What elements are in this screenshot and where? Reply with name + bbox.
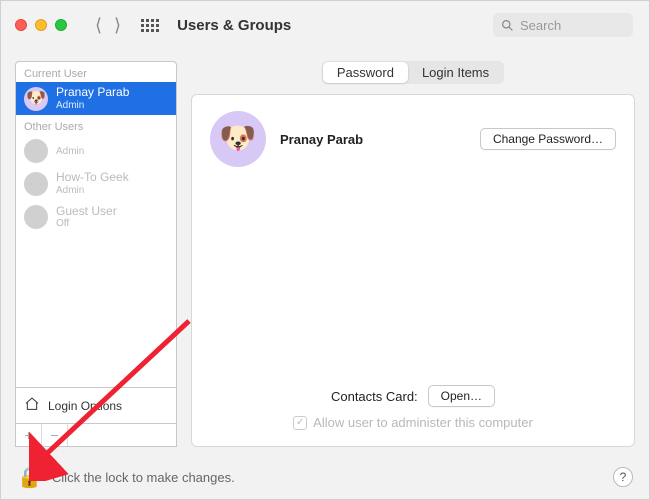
search-placeholder: Search xyxy=(520,18,561,33)
user-list: Current User 🐶 Pranay Parab Admin Other … xyxy=(16,62,176,387)
allow-admin-label: Allow user to administer this computer xyxy=(313,415,533,430)
user-name-label: How-To Geek xyxy=(56,171,129,185)
tab-bar: Password Login Items xyxy=(191,61,635,84)
allow-admin-checkbox[interactable]: ✓ xyxy=(293,416,307,430)
main-panel: Password Login Items 🐶 Pranay Parab Chan… xyxy=(191,61,635,447)
add-remove-bar: + − xyxy=(16,423,176,446)
change-password-button[interactable]: Change Password… xyxy=(480,128,616,150)
content-area: Current User 🐶 Pranay Parab Admin Other … xyxy=(1,49,649,447)
display-name-label: Pranay Parab xyxy=(280,132,466,147)
sidebar-user-other-1[interactable]: How-To Geek Admin xyxy=(16,167,176,200)
user-role-label: Admin xyxy=(56,100,129,112)
tab-login-items[interactable]: Login Items xyxy=(408,62,503,83)
login-options-button[interactable]: Login Options xyxy=(16,387,176,423)
contacts-card-row: Contacts Card: Open… xyxy=(331,385,495,407)
remove-user-button[interactable]: − xyxy=(42,424,68,446)
user-name-label: Guest User xyxy=(56,205,117,219)
show-all-prefs-button[interactable] xyxy=(141,19,159,32)
footer-bar: 🔒 Click the lock to make changes. ? xyxy=(1,455,649,499)
fullscreen-window-button[interactable] xyxy=(55,19,67,31)
back-button[interactable]: ⟨ xyxy=(95,16,102,34)
user-avatar-large[interactable]: 🐶 xyxy=(210,111,266,167)
other-users-section-label: Other Users xyxy=(16,115,176,135)
search-icon xyxy=(501,19,514,32)
forward-button[interactable]: ⟩ xyxy=(114,16,121,34)
open-contacts-button[interactable]: Open… xyxy=(428,385,495,407)
add-user-button[interactable]: + xyxy=(16,424,42,446)
sidebar-user-other-2[interactable]: Guest User Off xyxy=(16,201,176,234)
help-button[interactable]: ? xyxy=(613,467,633,487)
sidebar-user-other-0[interactable]: Admin xyxy=(16,135,176,167)
password-panel: 🐶 Pranay Parab Change Password… Contacts… xyxy=(191,94,635,447)
current-user-section-label: Current User xyxy=(16,62,176,82)
user-role-label: Admin xyxy=(56,146,84,158)
lock-icon[interactable]: 🔒 xyxy=(17,465,42,490)
tab-password[interactable]: Password xyxy=(323,62,408,83)
avatar-icon: 🐶 xyxy=(24,87,48,111)
contacts-card-label: Contacts Card: xyxy=(331,389,418,404)
avatar-icon xyxy=(24,205,48,229)
avatar-icon xyxy=(24,139,48,163)
user-name-label: Pranay Parab xyxy=(56,86,129,100)
login-options-label: Login Options xyxy=(48,399,122,413)
close-window-button[interactable] xyxy=(15,19,27,31)
users-sidebar: Current User 🐶 Pranay Parab Admin Other … xyxy=(15,61,177,447)
window-controls xyxy=(15,19,67,31)
minimize-window-button[interactable] xyxy=(35,19,47,31)
user-role-label: Admin xyxy=(56,185,129,197)
nav-arrows: ⟨ ⟩ xyxy=(95,16,121,34)
allow-admin-row: ✓ Allow user to administer this computer xyxy=(293,415,533,430)
titlebar: ⟨ ⟩ Users & Groups Search xyxy=(1,1,649,49)
house-icon xyxy=(24,396,40,415)
sidebar-user-current[interactable]: 🐶 Pranay Parab Admin xyxy=(16,82,176,115)
user-role-label: Off xyxy=(56,218,117,230)
lock-hint-text: Click the lock to make changes. xyxy=(52,470,235,485)
avatar-icon xyxy=(24,172,48,196)
search-field[interactable]: Search xyxy=(493,13,633,37)
window-title: Users & Groups xyxy=(177,17,291,34)
